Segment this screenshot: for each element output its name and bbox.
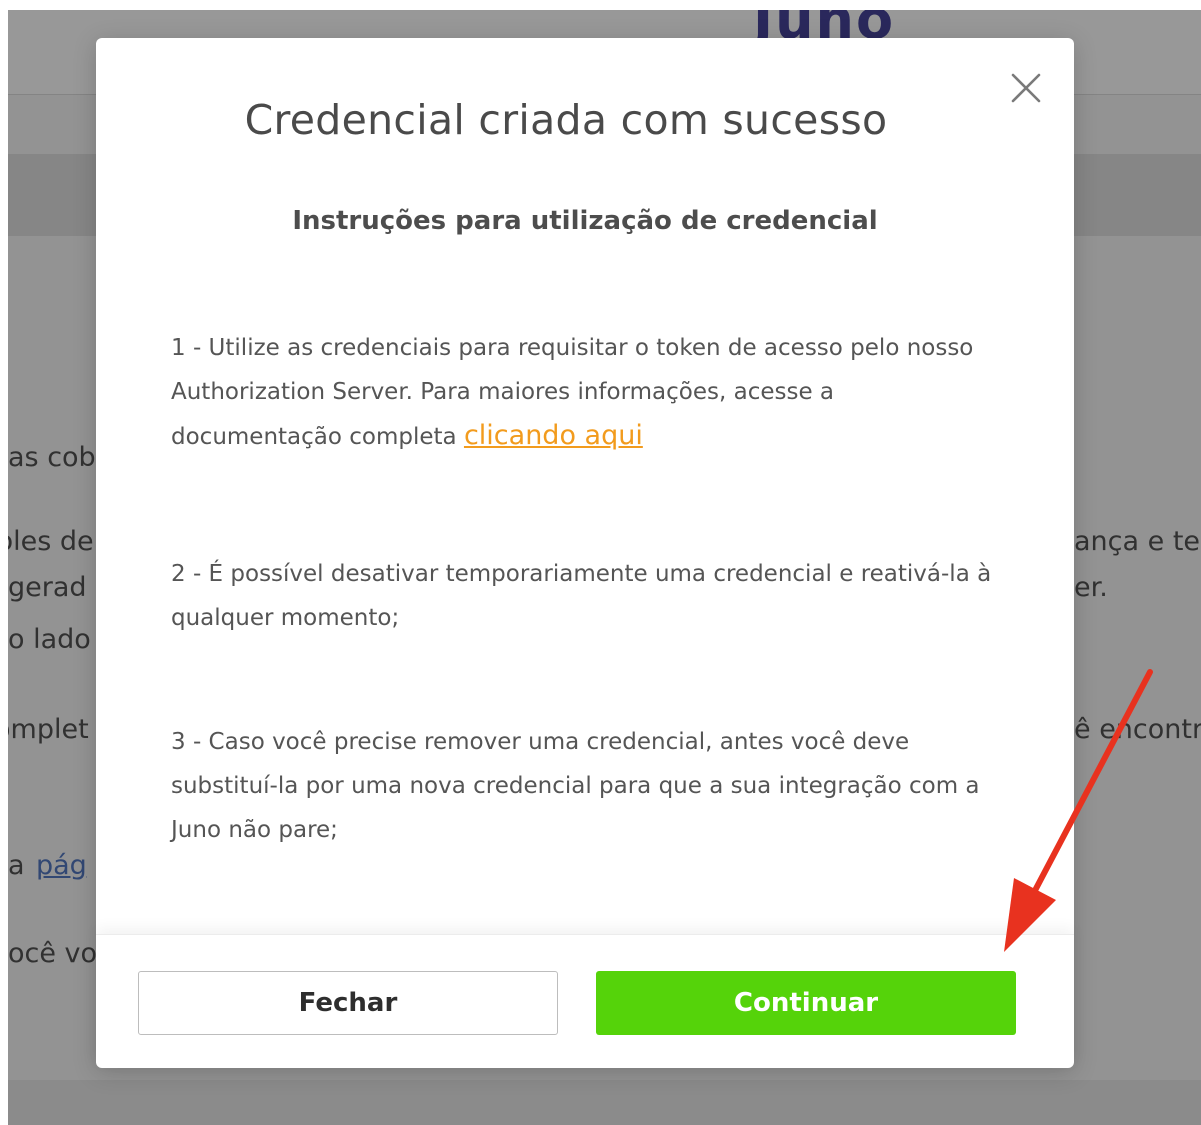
- instruction-item-3: 3 - Caso você precise remover uma creden…: [171, 729, 980, 843]
- close-icon: [1011, 73, 1041, 103]
- close-button[interactable]: [1004, 66, 1048, 110]
- documentation-link[interactable]: clicando aqui: [464, 420, 643, 451]
- instruction-item-2: 2 - É possível desativar temporariamente…: [171, 561, 992, 631]
- continue-button[interactable]: Continuar: [596, 971, 1016, 1035]
- close-modal-button[interactable]: Fechar: [138, 971, 558, 1035]
- modal-title: Credencial criada com sucesso: [244, 96, 888, 144]
- instruction-item-1: 1 - Utilize as credenciais para requisit…: [171, 326, 1011, 459]
- instructions-heading: Instruções para utilização de credencial: [292, 206, 878, 236]
- credential-success-modal: Credencial criada com sucesso Instruções…: [96, 38, 1074, 1068]
- modal-footer: Fechar Continuar: [96, 934, 1074, 1069]
